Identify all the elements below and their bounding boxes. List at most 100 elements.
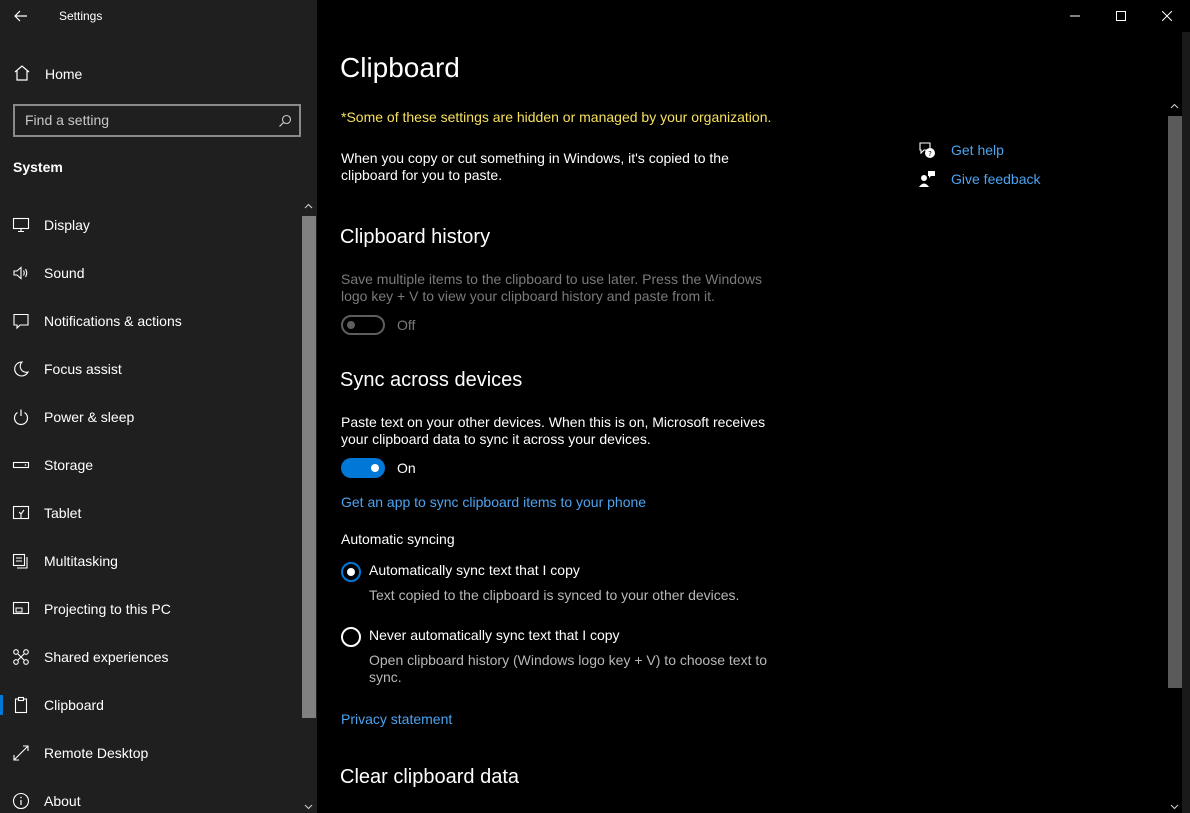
clipboard-icon bbox=[14, 696, 28, 714]
maximize-button[interactable] bbox=[1098, 0, 1144, 32]
sidebar-item-label: Remote Desktop bbox=[44, 745, 149, 761]
sidebar-item-home[interactable]: Home bbox=[0, 58, 317, 88]
sidebar-item-label: About bbox=[44, 793, 81, 809]
automatic-syncing-heading: Automatic syncing bbox=[341, 531, 455, 547]
sidebar-item-power-sleep[interactable]: Power & sleep bbox=[0, 393, 300, 441]
feedback-icon bbox=[919, 171, 935, 187]
search-icon[interactable] bbox=[278, 114, 292, 128]
radio-dot bbox=[347, 568, 355, 576]
sidebar-item-storage[interactable]: Storage bbox=[0, 441, 300, 489]
sidebar-item-remote-desktop[interactable]: Remote Desktop bbox=[0, 729, 300, 777]
clipboard-history-toggle-label: Off bbox=[397, 317, 416, 333]
give-feedback-link[interactable]: Give feedback bbox=[917, 168, 1117, 197]
svg-text:?: ? bbox=[928, 150, 932, 158]
main-content: Clipboard *Some of these settings are hi… bbox=[317, 0, 1190, 813]
sidebar-item-tablet[interactable]: Tablet bbox=[0, 489, 300, 537]
sidebar-item-clipboard[interactable]: Clipboard bbox=[0, 681, 300, 729]
back-button[interactable] bbox=[8, 4, 34, 28]
sidebar-item-label: Display bbox=[44, 217, 90, 233]
window-controls bbox=[1052, 0, 1190, 32]
sync-heading: Sync across devices bbox=[340, 369, 523, 391]
title-bar: Settings bbox=[0, 0, 317, 32]
storage-icon bbox=[12, 461, 30, 469]
sidebar-item-display[interactable]: Display bbox=[0, 201, 300, 249]
never-sync-label[interactable]: Never automatically sync text that I cop… bbox=[369, 627, 620, 643]
moon-icon bbox=[14, 361, 30, 377]
projecting-icon bbox=[12, 601, 30, 615]
maximize-icon bbox=[1116, 11, 1126, 21]
sidebar-item-label: Sound bbox=[44, 265, 85, 281]
sync-toggle[interactable] bbox=[341, 458, 385, 478]
minimize-icon bbox=[1070, 15, 1080, 17]
sidebar-item-shared-experiences[interactable]: Shared experiences bbox=[0, 633, 300, 681]
chevron-up-icon[interactable] bbox=[304, 202, 313, 211]
intro-text: When you copy or cut something in Window… bbox=[341, 150, 729, 183]
sidebar-item-label: Tablet bbox=[44, 505, 82, 521]
sidebar-item-notifications[interactable]: Notifications & actions bbox=[0, 297, 300, 345]
auto-sync-radio[interactable] bbox=[341, 562, 361, 582]
sidebar-item-label: Focus assist bbox=[44, 361, 122, 377]
back-arrow-icon bbox=[14, 10, 27, 22]
monitor-icon bbox=[12, 217, 30, 233]
help-chat-icon: ? bbox=[919, 142, 935, 158]
main-scrollbar[interactable] bbox=[1167, 100, 1182, 813]
sidebar-item-label: Home bbox=[45, 66, 83, 82]
sidebar-item-multitasking[interactable]: Multitasking bbox=[0, 537, 300, 585]
sidebar-item-label: Power & sleep bbox=[44, 409, 135, 425]
sidebar-item-focus-assist[interactable]: Focus assist bbox=[0, 345, 300, 393]
search-input[interactable] bbox=[25, 110, 275, 130]
toggle-knob bbox=[371, 464, 379, 472]
organization-notice: *Some of these settings are hidden or ma… bbox=[341, 109, 772, 125]
scrollbar-thumb[interactable] bbox=[302, 216, 316, 718]
sidebar-item-label: Projecting to this PC bbox=[44, 601, 171, 617]
sidebar-item-label: Clipboard bbox=[44, 697, 104, 713]
sidebar-item-label: Shared experiences bbox=[44, 649, 169, 665]
notification-icon bbox=[13, 313, 29, 330]
toggle-knob bbox=[347, 321, 355, 329]
chevron-up-icon[interactable] bbox=[1170, 102, 1179, 111]
close-icon bbox=[1162, 11, 1172, 21]
scrollbar-thumb[interactable] bbox=[1168, 116, 1182, 688]
info-icon bbox=[12, 792, 30, 810]
auto-sync-description: Text copied to the clipboard is synced t… bbox=[369, 587, 740, 603]
clipboard-history-description: Save multiple items to the clipboard to … bbox=[341, 271, 762, 304]
speaker-icon bbox=[13, 266, 28, 280]
get-app-link[interactable]: Get an app to sync clipboard items to yo… bbox=[341, 494, 646, 510]
multitasking-icon bbox=[12, 553, 28, 569]
sidebar-item-projecting[interactable]: Projecting to this PC bbox=[0, 585, 300, 633]
sidebar-item-label: Multitasking bbox=[44, 553, 118, 569]
sidebar-item-sound[interactable]: Sound bbox=[0, 249, 300, 297]
sidebar: Settings Home System Display Sound Notif… bbox=[0, 0, 317, 813]
shared-experiences-icon bbox=[13, 649, 29, 665]
clipboard-history-heading: Clipboard history bbox=[340, 226, 491, 248]
nav-list: Display Sound Notifications & actions Fo… bbox=[0, 201, 300, 813]
search-box[interactable] bbox=[13, 104, 301, 137]
never-sync-description: Open clipboard history (Windows logo key… bbox=[369, 652, 768, 685]
never-sync-radio[interactable] bbox=[341, 627, 361, 647]
get-help-link[interactable]: ? Get help bbox=[917, 139, 1117, 168]
sidebar-item-label: Notifications & actions bbox=[44, 313, 182, 329]
chevron-down-icon[interactable] bbox=[1170, 802, 1179, 811]
clipboard-history-toggle[interactable] bbox=[341, 315, 385, 335]
minimize-button[interactable] bbox=[1052, 0, 1098, 32]
sync-description: Paste text on your other devices. When t… bbox=[341, 414, 766, 447]
power-icon bbox=[13, 409, 29, 426]
chevron-down-icon[interactable] bbox=[304, 802, 313, 811]
sync-toggle-label: On bbox=[397, 460, 416, 476]
page-title: Clipboard bbox=[340, 52, 460, 83]
window-edge bbox=[1182, 32, 1190, 813]
privacy-statement-link[interactable]: Privacy statement bbox=[341, 711, 452, 727]
auto-sync-label[interactable]: Automatically sync text that I copy bbox=[369, 562, 580, 578]
sidebar-item-about[interactable]: About bbox=[0, 777, 300, 813]
sidebar-scrollbar[interactable] bbox=[301, 200, 316, 813]
get-help-label[interactable]: Get help bbox=[951, 142, 1004, 158]
app-title: Settings bbox=[59, 9, 103, 23]
tablet-icon bbox=[12, 505, 30, 520]
remote-desktop-icon bbox=[13, 745, 29, 761]
close-button[interactable] bbox=[1144, 0, 1190, 32]
sidebar-item-label: Storage bbox=[44, 457, 94, 473]
help-links: ? Get help Give feedback bbox=[917, 139, 1117, 197]
home-icon bbox=[14, 65, 30, 81]
give-feedback-label[interactable]: Give feedback bbox=[951, 171, 1041, 187]
clear-clipboard-heading: Clear clipboard data bbox=[340, 766, 519, 788]
